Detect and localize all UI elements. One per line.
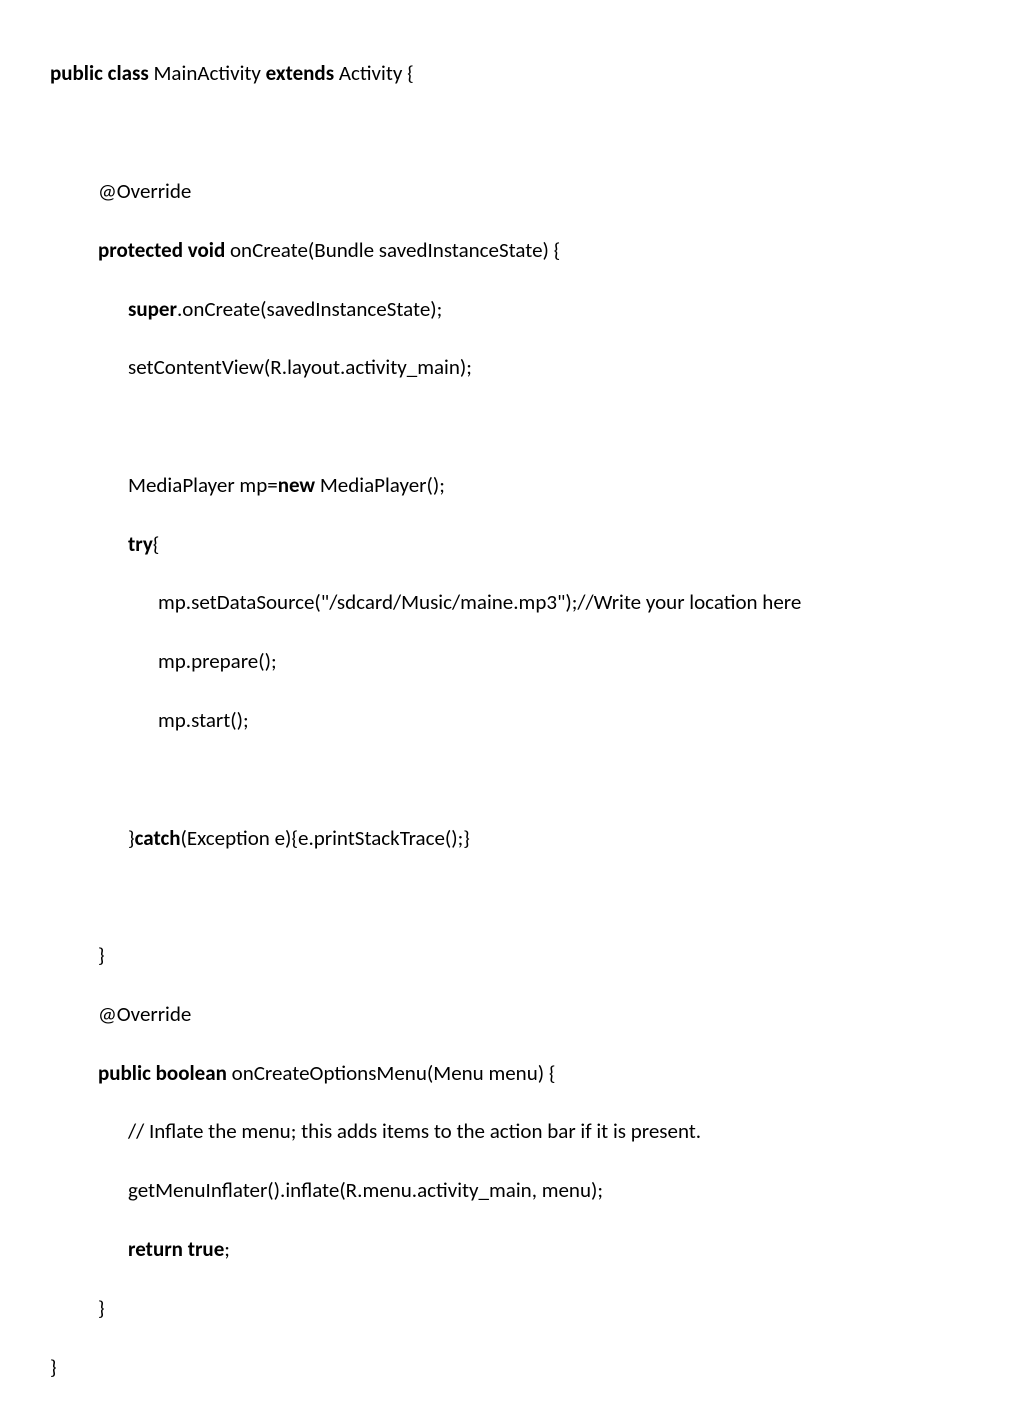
code-line: mp.prepare(); [50, 647, 974, 676]
keyword: new [278, 472, 315, 498]
code-line: } [50, 941, 974, 970]
keyword: super [128, 296, 177, 322]
keyword: try [128, 531, 153, 557]
code-line: setContentView(R.layout.activity_main); [50, 353, 974, 382]
code-line: return true; [50, 1235, 974, 1264]
code-text: @Override [98, 178, 191, 204]
code-line: super.onCreate(savedInstanceState); [50, 295, 974, 324]
code-text: { [153, 531, 160, 557]
code-text: MediaPlayer(); [315, 472, 445, 498]
code-text: getMenuInflater().inflate(R.menu.activit… [128, 1177, 603, 1203]
code-line: getMenuInflater().inflate(R.menu.activit… [50, 1176, 974, 1205]
code-snippet: public class MainActivity extends Activi… [50, 30, 974, 1411]
code-text: mp.start(); [158, 707, 249, 733]
blank-line [50, 765, 974, 794]
code-line: mp.start(); [50, 706, 974, 735]
code-text: // Inflate the menu; this adds items to … [128, 1118, 701, 1144]
code-text: onCreateOptionsMenu(Menu menu) { [227, 1060, 556, 1086]
code-line: } [50, 1294, 974, 1323]
blank-line [50, 882, 974, 911]
code-line: @Override [50, 177, 974, 206]
code-text: } [98, 1295, 105, 1321]
keyword: protected void [98, 237, 225, 263]
code-text: MainActivity [149, 60, 266, 86]
code-text: } [50, 1354, 57, 1380]
code-text: setContentView(R.layout.activity_main); [128, 354, 472, 380]
blank-line [50, 118, 974, 147]
code-line: try{ [50, 530, 974, 559]
code-text: @Override [98, 1001, 191, 1027]
code-line: mp.setDataSource("/sdcard/Music/maine.mp… [50, 588, 974, 617]
keyword: catch [135, 825, 181, 851]
code-text: ; [224, 1236, 230, 1262]
keyword: extends [266, 60, 334, 86]
code-line: }catch(Exception e){e.printStackTrace();… [50, 824, 974, 853]
code-text: } [128, 825, 135, 851]
keyword: public class [50, 60, 149, 86]
code-text: onCreate(Bundle savedInstanceState) { [225, 237, 560, 263]
code-text: } [98, 942, 105, 968]
code-line: public boolean onCreateOptionsMenu(Menu … [50, 1059, 974, 1088]
code-text: Activity { [334, 60, 414, 86]
blank-line [50, 412, 974, 441]
code-line: protected void onCreate(Bundle savedInst… [50, 236, 974, 265]
code-line: public class MainActivity extends Activi… [50, 59, 974, 88]
keyword: public boolean [98, 1060, 227, 1086]
code-text: mp.prepare(); [158, 648, 277, 674]
code-text: MediaPlayer mp= [128, 472, 278, 498]
code-text: .onCreate(savedInstanceState); [177, 296, 442, 322]
code-line: MediaPlayer mp=new MediaPlayer(); [50, 471, 974, 500]
code-line: @Override [50, 1000, 974, 1029]
code-line: // Inflate the menu; this adds items to … [50, 1117, 974, 1146]
code-text: (Exception e){e.printStackTrace();} [181, 825, 470, 851]
code-line: } [50, 1353, 974, 1382]
keyword: return true [128, 1236, 224, 1262]
code-text: mp.setDataSource("/sdcard/Music/maine.mp… [158, 589, 801, 615]
